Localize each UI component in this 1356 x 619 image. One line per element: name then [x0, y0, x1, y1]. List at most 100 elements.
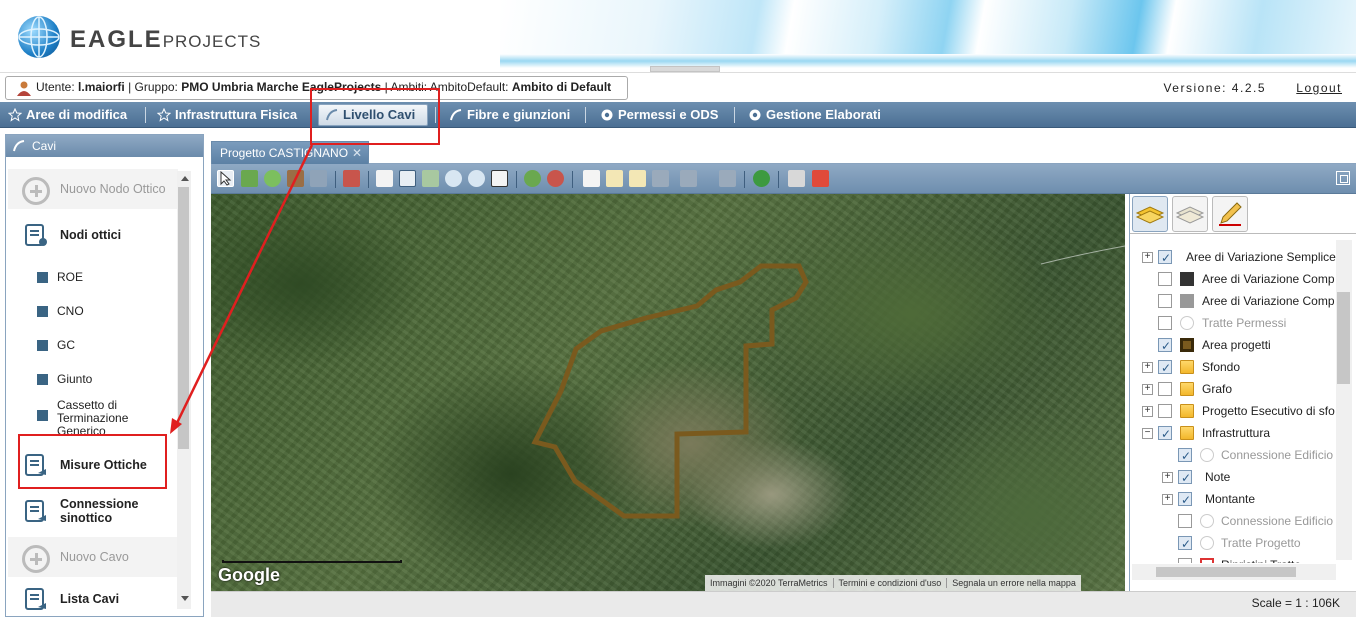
base-layers-icon[interactable] — [1172, 196, 1208, 232]
expand-icon[interactable]: + — [1142, 252, 1153, 263]
toolbar-divider — [778, 171, 779, 188]
logo-sub: PROJECTS — [162, 32, 262, 51]
scroll-down-icon[interactable] — [181, 596, 189, 601]
logout-link[interactable]: Logout — [1296, 81, 1342, 95]
filter-dropdown-icon[interactable] — [680, 170, 697, 187]
layer-checkbox[interactable] — [1178, 514, 1192, 528]
refresh-icon[interactable] — [753, 170, 770, 187]
layer-checkbox[interactable] — [1158, 423, 1172, 445]
snap-icon[interactable] — [652, 170, 669, 187]
pan-hand-icon[interactable] — [376, 170, 393, 187]
draw-circle-icon[interactable] — [264, 170, 281, 187]
cno-item[interactable]: CNO — [8, 300, 178, 322]
layer-tree-hscroll-thumb[interactable] — [1156, 567, 1296, 577]
layer-style-icon — [1180, 338, 1194, 352]
expand-icon[interactable]: + — [1142, 362, 1153, 373]
nodi-ottici-item[interactable]: Nodi ottici — [8, 215, 178, 255]
globe-logo-icon — [18, 16, 60, 58]
toolbar-divider — [572, 171, 573, 188]
nuovo-nodo-ottico-button[interactable]: Nuovo Nodo Ottico — [8, 169, 178, 209]
layer-checkbox[interactable] — [1158, 294, 1172, 308]
layer-checkbox[interactable] — [1178, 489, 1192, 511]
giunto-item[interactable]: Giunto — [8, 368, 178, 390]
collapse-icon[interactable]: − — [1142, 428, 1153, 439]
layer-checkbox[interactable] — [1158, 382, 1172, 396]
next-view-icon[interactable] — [547, 170, 564, 187]
layer-checkbox[interactable] — [1178, 467, 1192, 489]
tool-icon[interactable] — [719, 170, 736, 187]
item-label: Connessione sinottico — [60, 497, 139, 525]
menu-divider — [145, 107, 146, 123]
utente-value: l.maiorfi — [78, 80, 125, 94]
layers-stack-icon[interactable] — [1132, 196, 1168, 232]
edit-icon[interactable] — [310, 170, 327, 187]
full-extent-icon[interactable] — [491, 170, 508, 187]
select-pointer-icon[interactable] — [217, 170, 234, 187]
attribution-report-link[interactable]: Segnala un errore nella mappa — [947, 578, 1081, 588]
draw-rectangle-icon[interactable] — [287, 170, 304, 187]
measure-distance-icon[interactable] — [629, 170, 646, 187]
layer-checkbox[interactable] — [1158, 272, 1172, 286]
fullscreen-icon[interactable] — [1336, 171, 1350, 185]
info-icon[interactable] — [583, 170, 600, 187]
menu-permessi-e-ods[interactable]: Permessi e ODS — [594, 102, 718, 128]
zoom-in-icon[interactable] — [445, 170, 462, 187]
utente-label: Utente: — [36, 80, 75, 94]
map-toolbar — [211, 164, 1356, 194]
measure-area-icon[interactable] — [606, 170, 623, 187]
previous-view-icon[interactable] — [524, 170, 541, 187]
star-outline-icon — [157, 108, 171, 122]
lista-cavi-item[interactable]: Lista Cavi — [8, 579, 178, 619]
delete-icon[interactable] — [343, 170, 360, 187]
layer-checkbox[interactable] — [1178, 558, 1192, 563]
gruppo-label: | Gruppo: — [128, 80, 178, 94]
menu-gestione-elaborati[interactable]: Gestione Elaborati — [742, 102, 881, 128]
menu-infrastruttura-fisica[interactable]: Infrastruttura Fisica — [151, 102, 297, 128]
version-label: Versione: 4.2.5 — [1163, 81, 1266, 95]
layer-checkbox[interactable] — [1158, 316, 1172, 330]
roe-item[interactable]: ROE — [8, 266, 178, 288]
scroll-up-icon[interactable] — [181, 176, 189, 181]
gc-item[interactable]: GC — [8, 334, 178, 356]
zoom-out-icon[interactable] — [468, 170, 485, 187]
item-label: Nuovo Cavo — [60, 550, 129, 564]
zoom-extent-icon[interactable] — [422, 170, 439, 187]
pencil-icon[interactable] — [1212, 196, 1248, 232]
menu-aree-di-modifica[interactable]: Aree di modifica — [2, 102, 127, 128]
layer-tree-vscroll-thumb[interactable] — [1337, 292, 1350, 384]
expand-icon[interactable]: + — [1162, 494, 1173, 505]
print-icon[interactable] — [788, 170, 805, 187]
gear-icon — [749, 109, 761, 121]
expand-icon[interactable]: + — [1142, 406, 1153, 417]
zoom-box-icon[interactable] — [399, 170, 416, 187]
toolbar-divider — [368, 171, 369, 188]
user-bar: Utente: l.maiorfi | Gruppo: PMO Umbria M… — [0, 72, 1356, 102]
cavi-panel-title: Cavi — [32, 139, 57, 153]
layer-label: Aree di Variazione Semplice — [1186, 250, 1336, 264]
attribution-terms-link[interactable]: Termini e condizioni d'uso — [833, 578, 948, 588]
satellite-map[interactable]: Google Immagini ©2020 TerraMetrics Termin… — [211, 194, 1125, 591]
menu-fibre-e-giunzioni[interactable]: Fibre e giunzioni — [443, 102, 570, 128]
layer-checkbox[interactable] — [1158, 357, 1172, 379]
layer-checkbox[interactable] — [1178, 533, 1192, 555]
cassetto-di-terminazione-item[interactable]: Cassetto di Terminazione Generico — [8, 397, 178, 435]
expand-icon[interactable]: + — [1162, 472, 1173, 483]
layer-checkbox[interactable] — [1178, 445, 1192, 467]
cavi-panel-scroll-thumb[interactable] — [178, 187, 189, 449]
layer-checkbox[interactable] — [1158, 404, 1172, 418]
expand-icon[interactable]: + — [1142, 384, 1153, 395]
item-label: ROE — [57, 270, 84, 284]
nuovo-cavo-button[interactable]: Nuovo Cavo — [8, 537, 178, 577]
layer-label: Grafo — [1202, 382, 1233, 396]
layer-tree-vscrollbar[interactable] — [1336, 240, 1352, 560]
pdf-icon[interactable] — [812, 170, 829, 187]
connessione-sinottico-item[interactable]: Connessione sinottico — [8, 491, 178, 531]
menu-label: Aree di modifica — [26, 107, 128, 122]
layer-checkbox[interactable] — [1158, 335, 1172, 357]
draw-polygon-icon[interactable] — [241, 170, 258, 187]
layer-checkbox[interactable] — [1158, 247, 1172, 269]
layer-label: Ripristini Tratte — [1221, 554, 1301, 563]
close-icon[interactable]: ✕ — [352, 142, 362, 164]
layer-label: Tratte Progetto — [1221, 536, 1301, 550]
item-label: GC — [57, 338, 75, 352]
